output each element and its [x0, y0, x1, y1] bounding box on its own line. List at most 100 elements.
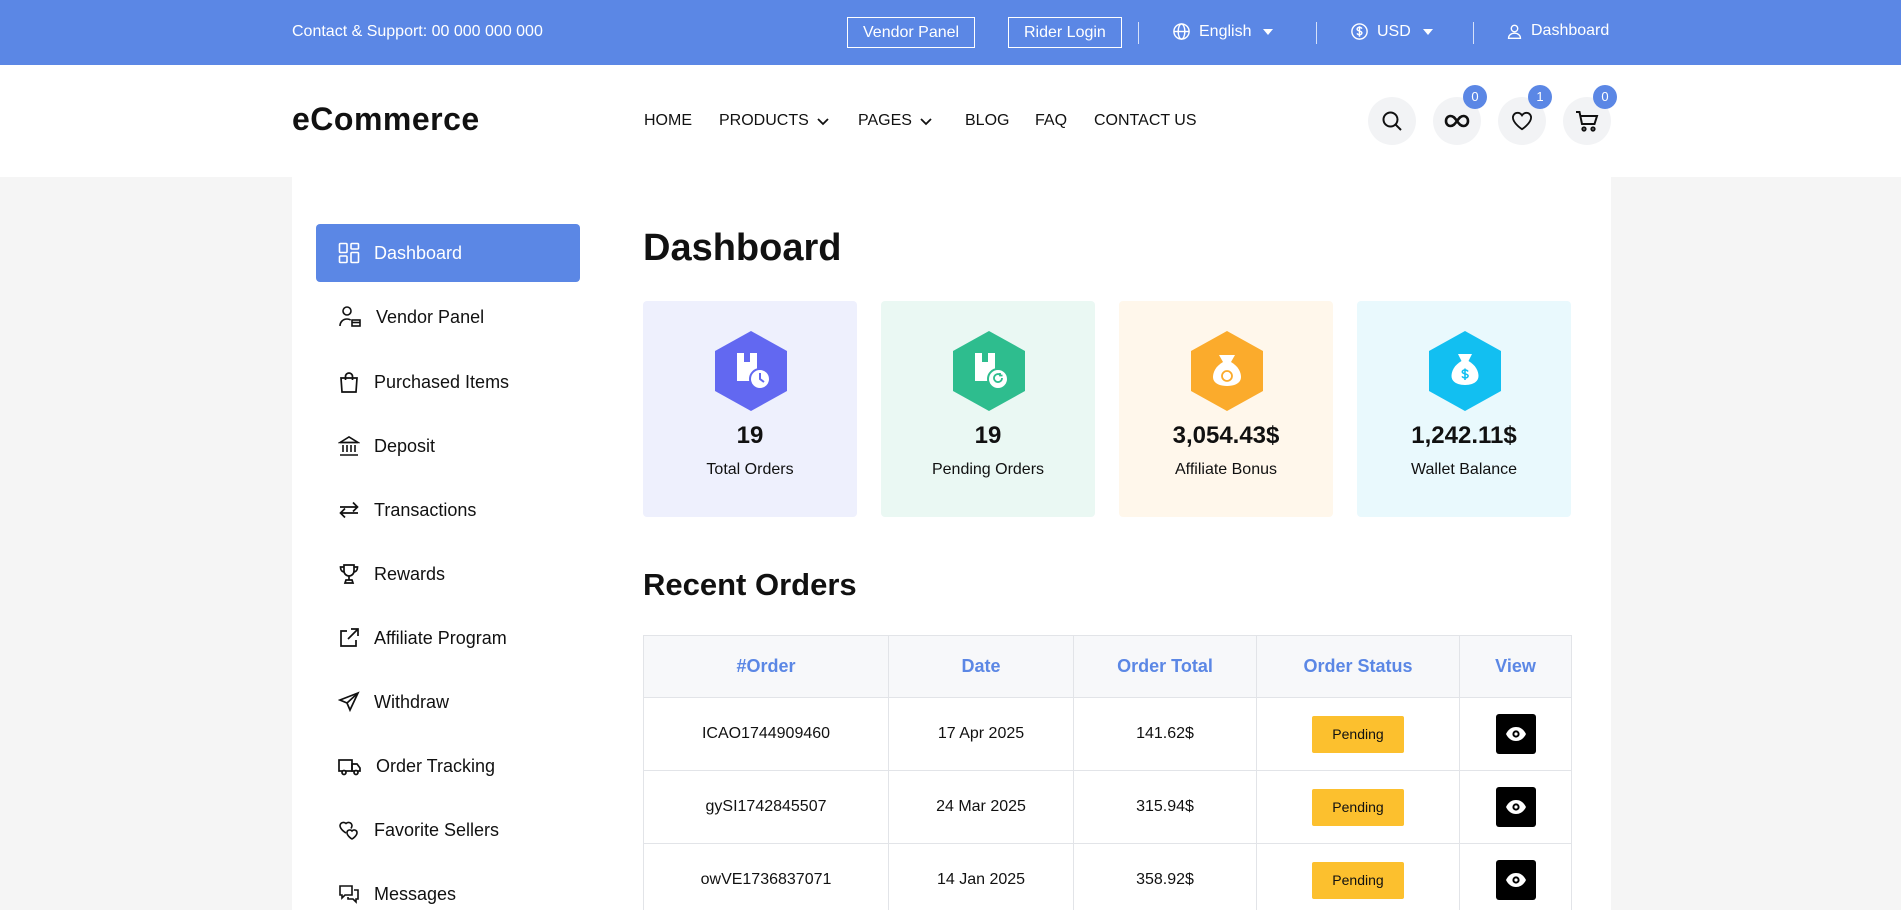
topbar-divider: [1316, 22, 1317, 44]
top-bar: Contact & Support: 00 000 000 000 Vendor…: [0, 0, 1901, 65]
wishlist-count-badge: 1: [1528, 85, 1552, 109]
order-status-cell: Pending: [1256, 698, 1459, 770]
chat-icon: [339, 885, 359, 904]
dashboard-link[interactable]: Dashboard: [1506, 22, 1609, 40]
sidebar-item-order-tracking[interactable]: Order Tracking: [316, 737, 580, 795]
sidebar-item-label: Transactions: [374, 499, 477, 520]
cart-icon: [1576, 111, 1599, 132]
trophy-icon: [339, 564, 359, 584]
eye-icon: [1505, 873, 1526, 887]
sidebar-item-label: Withdraw: [374, 691, 450, 712]
sidebar-item-affiliate-program[interactable]: Affiliate Program: [316, 609, 580, 667]
sidebar-item-dashboard[interactable]: Dashboard: [316, 224, 580, 282]
sidebar-item-purchased-items[interactable]: Purchased Items: [316, 353, 580, 411]
stat-card-wallet-balance: 1,242.11$ Wallet Balance: [1357, 301, 1571, 517]
order-number: ICAO1744909460: [701, 725, 831, 742]
order-date: 14 Jan 2025: [888, 844, 1073, 910]
compare-count-badge: 0: [1463, 85, 1487, 109]
status-badge: Pending: [1312, 788, 1404, 826]
money-bag-bonus-icon: [1191, 331, 1263, 411]
column-header-date: Date: [888, 636, 1073, 697]
sidebar-item-label: Order Tracking: [376, 755, 496, 776]
order-number: gySI1742845507: [705, 798, 827, 815]
table-row: gySI1742845507 24 Mar 2025 315.94$ Pendi…: [644, 770, 1571, 843]
orders-clock-icon: [715, 331, 787, 411]
cart-button[interactable]: 0: [1563, 85, 1617, 145]
view-cell: [1459, 844, 1571, 910]
heart-icon: [1511, 111, 1533, 131]
order-date: 17 Apr 2025: [888, 698, 1073, 770]
money-bag-dollar-icon: [1429, 331, 1501, 411]
account-sidebar: Dashboard Vendor Panel Purchased Items D…: [292, 177, 604, 910]
caret-down-icon: [1263, 28, 1274, 35]
caret-down-icon: [1422, 28, 1433, 35]
user-icon: [1507, 24, 1522, 39]
vendor-panel-button[interactable]: Vendor Panel: [847, 17, 976, 48]
nav-faq[interactable]: FAQ: [1035, 112, 1067, 130]
stat-card-pending-orders: 19 Pending Orders: [881, 301, 1095, 517]
nav-faq-label: FAQ: [1035, 112, 1068, 129]
nav-contact[interactable]: CONTACT US: [1094, 112, 1197, 130]
view-order-button[interactable]: [1495, 860, 1536, 900]
nav-home[interactable]: HOME: [644, 112, 692, 130]
chevron-down-icon: [920, 118, 932, 126]
view-order-button[interactable]: [1495, 714, 1536, 754]
sidebar-item-messages[interactable]: Messages: [316, 865, 580, 910]
dashboard-link-label: Dashboard: [1531, 22, 1610, 39]
sidebar-item-favorite-sellers[interactable]: Favorite Sellers: [316, 801, 580, 859]
view-cell: [1459, 698, 1571, 770]
globe-icon: [1173, 23, 1190, 40]
currency-selector[interactable]: USD: [1350, 22, 1433, 41]
orders-refresh-icon: [953, 331, 1025, 411]
sidebar-item-vendor-panel[interactable]: Vendor Panel: [316, 288, 580, 346]
hearts-icon: [339, 821, 358, 840]
language-label: English: [1199, 22, 1252, 40]
status-badge: Pending: [1312, 715, 1404, 753]
eye-icon: [1505, 727, 1526, 741]
sidebar-item-label: Affiliate Program: [374, 627, 507, 648]
grid-icon: [338, 242, 360, 264]
column-header-order-total: Order Total: [1073, 636, 1256, 697]
view-order-button[interactable]: [1495, 787, 1536, 827]
status-badge: Pending: [1312, 861, 1404, 899]
wishlist-button[interactable]: 1: [1498, 85, 1552, 145]
sidebar-item-deposit[interactable]: Deposit: [316, 417, 580, 475]
topbar-divider: [1138, 22, 1139, 44]
column-header-order-status: Order Status: [1256, 636, 1459, 697]
send-icon: [338, 691, 360, 713]
order-status-cell: Pending: [1256, 844, 1459, 910]
language-selector[interactable]: English: [1172, 22, 1274, 41]
sidebar-item-label: Dashboard: [374, 242, 463, 263]
stat-value: 19: [736, 422, 764, 449]
page-title: Dashboard: [643, 227, 842, 269]
sidebar-item-transactions[interactable]: Transactions: [316, 481, 580, 539]
main-header: eCommerce HOME PRODUCTS PAGES BLOG FAQ C…: [0, 65, 1901, 177]
column-header-order: #Order: [736, 656, 796, 676]
stat-value: 3,054.43$: [1172, 422, 1280, 449]
compare-button[interactable]: 0: [1433, 85, 1487, 145]
truck-icon: [338, 759, 361, 776]
user-store-icon: [339, 306, 361, 327]
sidebar-item-withdraw[interactable]: Withdraw: [316, 673, 580, 731]
rider-login-button[interactable]: Rider Login: [1008, 17, 1122, 48]
infinity-icon: [1444, 114, 1470, 128]
search-button[interactable]: [1368, 97, 1416, 145]
view-cell: [1459, 771, 1571, 843]
nav-blog[interactable]: BLOG: [965, 112, 1009, 130]
logo[interactable]: eCommerce: [292, 101, 480, 138]
nav-blog-label: BLOG: [965, 112, 1010, 129]
table-row: owVE1736837071 14 Jan 2025 358.92$ Pendi…: [644, 843, 1571, 910]
nav-products[interactable]: PRODUCTS: [719, 112, 831, 130]
stat-value: 1,242.11$: [1411, 422, 1517, 449]
topbar-divider: [1473, 22, 1474, 44]
order-total: 141.62$: [1073, 698, 1256, 770]
stat-label: Total Orders: [706, 461, 794, 478]
currency-label: USD: [1377, 22, 1411, 40]
nav-home-label: HOME: [644, 112, 692, 129]
order-status-cell: Pending: [1256, 771, 1459, 843]
sidebar-item-rewards[interactable]: Rewards: [316, 545, 580, 603]
sidebar-item-label: Vendor Panel: [376, 306, 485, 327]
table-header-row: #Order Date Order Total Order Status Vie…: [644, 636, 1571, 697]
nav-pages[interactable]: PAGES: [858, 112, 934, 130]
order-date: 24 Mar 2025: [888, 771, 1073, 843]
